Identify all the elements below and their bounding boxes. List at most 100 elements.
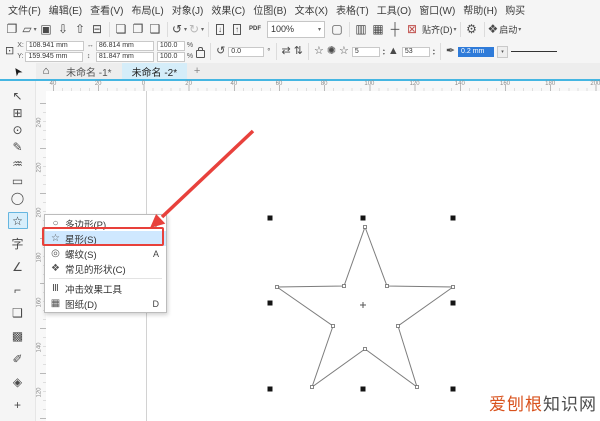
flyout-item-impact-tool[interactable]: Ⅲ 冲击效果工具 bbox=[45, 281, 166, 296]
publish-pdf-button[interactable]: PDF bbox=[246, 20, 263, 38]
toolbar-button[interactable] bbox=[349, 22, 350, 37]
rotation-angle-field[interactable]: 0.0 bbox=[228, 47, 264, 57]
sharpness-spinner[interactable] bbox=[433, 48, 435, 56]
toolbar-button[interactable] bbox=[167, 22, 168, 37]
cut-button[interactable]: ❏ bbox=[113, 20, 130, 38]
toolbar-button[interactable] bbox=[460, 22, 461, 37]
paste-button[interactable]: ❑ bbox=[147, 20, 164, 38]
flyout-item-star[interactable]: ☆ 星形(S) bbox=[45, 231, 166, 246]
tool-icon: ▭ bbox=[12, 174, 23, 188]
menu-table[interactable]: 表格(T) bbox=[332, 1, 373, 18]
width-field[interactable]: 86.814 mm bbox=[96, 41, 154, 51]
show-guidelines-button[interactable]: ┼ bbox=[387, 20, 404, 38]
menu-edit[interactable]: 编辑(E) bbox=[45, 1, 86, 18]
fullscreen-preview-button[interactable]: ▢ bbox=[329, 20, 346, 38]
selection-handles[interactable] bbox=[268, 216, 456, 392]
outline-width-field[interactable]: 0.2 mm bbox=[458, 47, 494, 57]
toolbar-button-icon: ▢ bbox=[331, 22, 342, 36]
pick-tool[interactable]: ➤ bbox=[0, 63, 36, 79]
new-document-button[interactable]: ❐ bbox=[4, 20, 21, 38]
document-tab[interactable]: 未命名 -2* bbox=[122, 63, 188, 79]
copy-button[interactable]: ❐ bbox=[130, 20, 147, 38]
eyedropper-tool[interactable]: ✐ bbox=[8, 350, 28, 367]
snap-off-button[interactable]: ⊠ bbox=[404, 20, 421, 38]
cloud-upload-button[interactable]: ⇧ bbox=[72, 20, 89, 38]
show-rulers-button[interactable]: ▥ bbox=[353, 20, 370, 38]
new-tab-button[interactable]: + bbox=[187, 63, 207, 79]
star-shape[interactable] bbox=[276, 226, 455, 389]
flyout-item-common-shapes[interactable]: ❖ 常见的形状(C) bbox=[45, 261, 166, 276]
menu-help[interactable]: 帮助(H) bbox=[459, 1, 501, 18]
flyout-item-polygon[interactable]: ○ 多边形(P) Y bbox=[45, 216, 166, 231]
toolbar-button[interactable] bbox=[109, 22, 110, 37]
flyout-item-graph-paper[interactable]: ▦ 图纸(D) D bbox=[45, 296, 166, 311]
points-spinner[interactable] bbox=[383, 48, 385, 56]
zoom-level-select[interactable]: 100% ▾ bbox=[267, 21, 325, 38]
menu-file[interactable]: 文件(F) bbox=[4, 1, 45, 18]
export-button[interactable]: ↑ bbox=[229, 20, 246, 38]
watermark-rest: 知识网 bbox=[543, 395, 597, 414]
home-tab-button[interactable]: ⌂ bbox=[36, 63, 56, 79]
height-field[interactable]: 81.847 mm bbox=[96, 52, 154, 62]
launch-button[interactable]: ❖ 启动 bbox=[488, 20, 522, 38]
menu-window[interactable]: 窗口(W) bbox=[415, 1, 459, 18]
options-button[interactable]: ⚙ bbox=[464, 20, 481, 38]
y-position-field[interactable]: 159.945 mm bbox=[25, 52, 83, 62]
toolbar-button[interactable] bbox=[484, 22, 485, 37]
x-position-field[interactable]: 108.941 mm bbox=[26, 41, 84, 51]
scale-h-field[interactable]: 100.0 bbox=[157, 41, 185, 51]
crop-tool[interactable]: ⊞ bbox=[8, 104, 28, 121]
menu-object[interactable]: 对象(J) bbox=[168, 1, 208, 18]
outline-style-selector[interactable] bbox=[511, 47, 557, 57]
redo-button[interactable]: ↻ bbox=[188, 20, 205, 38]
scale-v-field[interactable]: 100.0 bbox=[157, 52, 185, 62]
artistic-media-tool[interactable]: ♒ bbox=[8, 155, 28, 172]
text-tool[interactable]: 字 bbox=[8, 235, 28, 252]
star-mode-button[interactable]: ☆ bbox=[314, 46, 324, 57]
menu-effects[interactable]: 效果(C) bbox=[207, 1, 249, 18]
flyout-item-shortcut: D bbox=[153, 299, 162, 309]
shape-tool[interactable]: ↖ bbox=[8, 87, 28, 104]
undo-button[interactable]: ↺ bbox=[171, 20, 188, 38]
mirror-vertical-button[interactable]: ⇅ bbox=[294, 46, 303, 57]
menu-buy[interactable]: 购买 bbox=[501, 1, 529, 18]
menu-tools[interactable]: 工具(O) bbox=[373, 1, 415, 18]
save-button[interactable]: ▣ bbox=[38, 20, 55, 38]
toolbar-button-icon: ↓ bbox=[216, 24, 224, 35]
toolbar-button[interactable] bbox=[208, 22, 209, 37]
menu-view[interactable]: 查看(V) bbox=[86, 1, 127, 18]
toolbar-button-icon: ⊟ bbox=[92, 22, 102, 36]
freehand-tool[interactable]: ✎ bbox=[8, 138, 28, 155]
width-icon: ↔ bbox=[87, 42, 94, 50]
show-grid-button[interactable]: ▦ bbox=[370, 20, 387, 38]
interactive-fill-tool[interactable]: ◈ bbox=[8, 373, 28, 390]
zoom-tool[interactable]: ⊙ bbox=[8, 121, 28, 138]
shadow-tool[interactable]: ❑ bbox=[8, 304, 28, 321]
cloud-download-button[interactable]: ⇩ bbox=[55, 20, 72, 38]
flyout-item[interactable] bbox=[49, 278, 162, 279]
mirror-horizontal-button[interactable]: ⇄ bbox=[282, 46, 291, 57]
document-tab[interactable]: 未命名 -1* bbox=[56, 63, 122, 79]
more-tools-button[interactable]: + bbox=[8, 396, 28, 413]
open-button[interactable]: ▱ bbox=[21, 20, 38, 38]
lock-ratio-button[interactable] bbox=[196, 50, 205, 58]
print-button[interactable]: ⊟ bbox=[89, 20, 106, 38]
rectangle-tool[interactable]: ▭ bbox=[8, 172, 28, 189]
sharpness-field[interactable]: 53 bbox=[402, 47, 430, 57]
snap-to-button[interactable]: 贴齐(D) bbox=[421, 20, 457, 38]
menu-text[interactable]: 文本(X) bbox=[291, 1, 332, 18]
coreldraw-window: 文件(F) 编辑(E) 查看(V) 布局(L) 对象(J) 效果(C) 位图(B… bbox=[0, 0, 600, 421]
complex-star-mode-button[interactable]: ✺ bbox=[327, 46, 336, 57]
import-button[interactable]: ↓ bbox=[212, 20, 229, 38]
menu-bitmaps[interactable]: 位图(B) bbox=[249, 1, 290, 18]
pattern-fill-tool[interactable]: ▩ bbox=[8, 327, 28, 344]
dimension-tool[interactable]: ∠ bbox=[8, 258, 28, 275]
polygon-tool[interactable]: ☆ bbox=[8, 212, 28, 229]
flyout-item-spiral[interactable]: ◎ 螺纹(S) A bbox=[45, 246, 166, 261]
ellipse-tool[interactable]: ◯ bbox=[8, 189, 28, 206]
outline-width-dropdown[interactable]: ▾ bbox=[497, 46, 508, 58]
tool-icon: ⊞ bbox=[12, 106, 22, 120]
menu-layout[interactable]: 布局(L) bbox=[127, 1, 167, 18]
connector-tool[interactable]: ⌐ bbox=[8, 281, 28, 298]
points-field[interactable]: 5 bbox=[352, 47, 380, 57]
